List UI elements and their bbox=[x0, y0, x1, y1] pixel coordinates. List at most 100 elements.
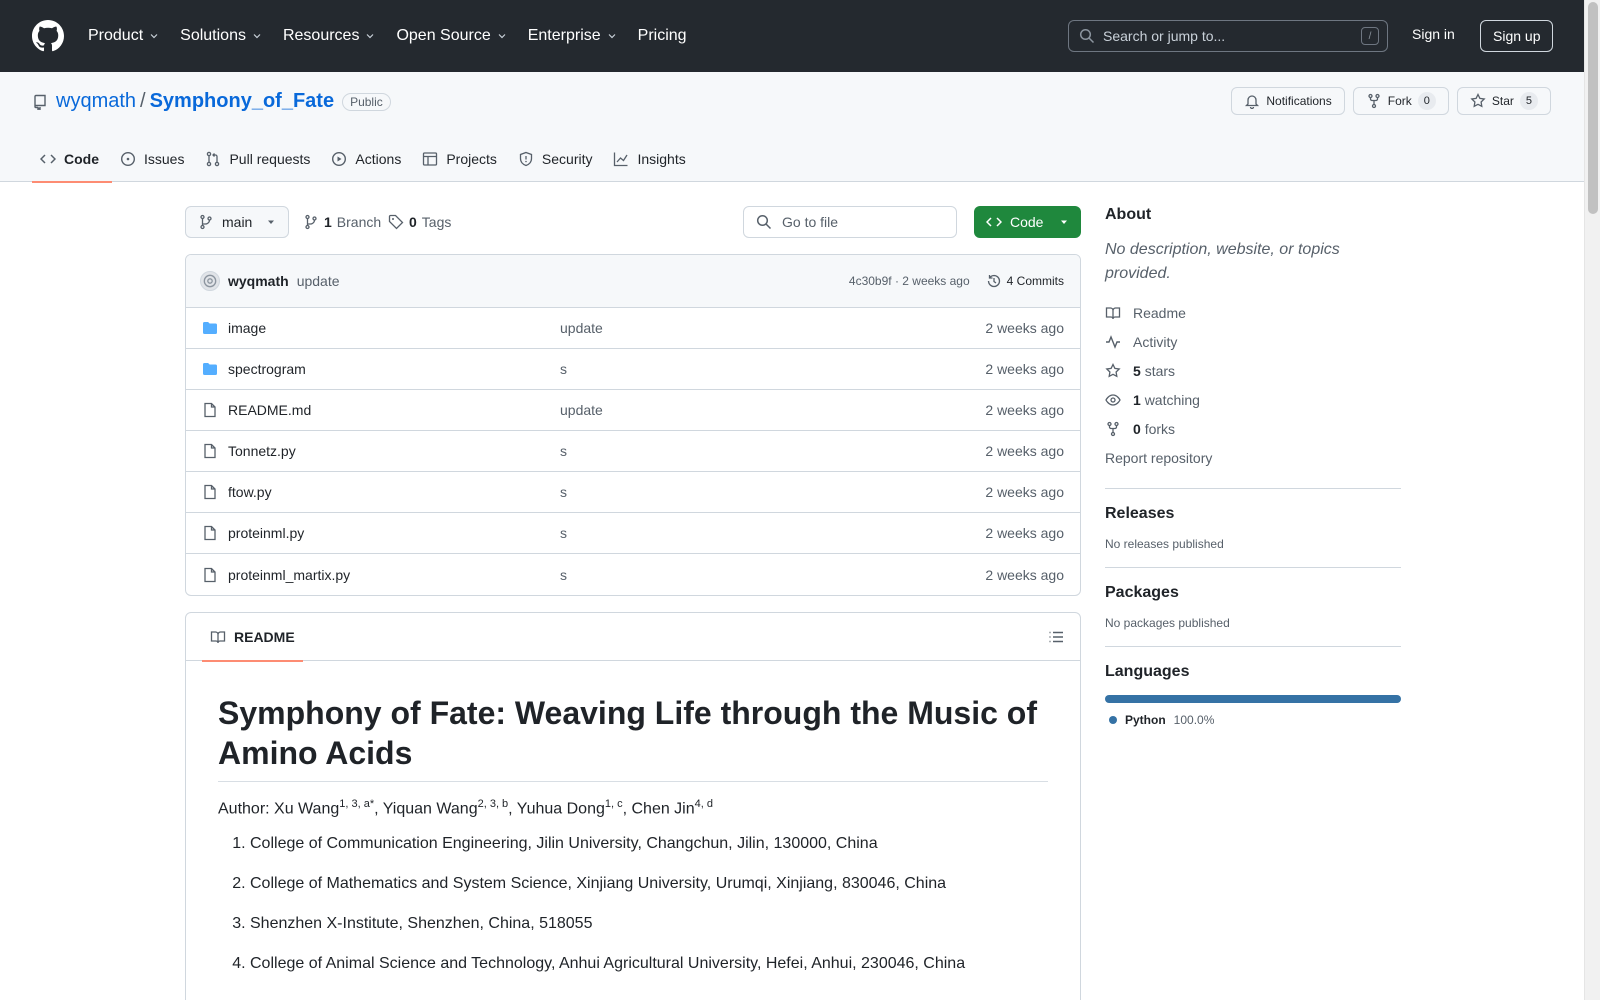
tab-actions[interactable]: Actions bbox=[323, 136, 414, 182]
packages-heading[interactable]: Packages bbox=[1105, 584, 1401, 602]
commit-message[interactable]: update bbox=[297, 273, 340, 289]
scrollbar-thumb[interactable] bbox=[1588, 2, 1598, 214]
table-row[interactable]: README.md update 2 weeks ago bbox=[186, 390, 1080, 431]
folder-icon bbox=[203, 322, 217, 334]
file-commit-message[interactable]: update bbox=[560, 320, 985, 336]
sign-in-link[interactable]: Sign in bbox=[1412, 26, 1455, 42]
commit-hash-time[interactable]: 4c30b9f · 2 weeks ago bbox=[849, 274, 970, 288]
language-item[interactable]: Python 100.0% bbox=[1105, 713, 1401, 727]
table-row[interactable]: proteinml.py s 2 weeks ago bbox=[186, 513, 1080, 554]
file-commit-message[interactable]: update bbox=[560, 402, 985, 418]
stars-link[interactable]: 5 stars bbox=[1105, 356, 1401, 385]
code-icon bbox=[986, 217, 1002, 227]
page-scrollbar[interactable] bbox=[1584, 0, 1600, 1000]
tab-issues[interactable]: Issues bbox=[112, 136, 197, 182]
tab-projects[interactable]: Projects bbox=[414, 136, 510, 182]
file-icon bbox=[204, 402, 216, 418]
tab-label: Security bbox=[541, 151, 593, 167]
chevron-down-icon bbox=[608, 34, 616, 39]
language-percent: 100.0% bbox=[1173, 713, 1215, 727]
table-row[interactable]: image update 2 weeks ago bbox=[186, 308, 1080, 349]
list-icon[interactable] bbox=[1048, 629, 1064, 645]
table-row[interactable]: proteinml_martix.py s 2 weeks ago bbox=[186, 554, 1080, 595]
repo-sidebar: About No description, website, or topics… bbox=[1105, 206, 1401, 727]
file-name-link[interactable]: spectrogram bbox=[228, 361, 560, 377]
fork-label: Fork bbox=[1387, 94, 1412, 108]
file-commit-date: 2 weeks ago bbox=[985, 443, 1064, 459]
branch-label: Branch bbox=[336, 214, 382, 230]
file-type-icon bbox=[202, 361, 218, 377]
search-icon bbox=[756, 214, 772, 230]
releases-heading[interactable]: Releases bbox=[1105, 505, 1401, 523]
readme-tab[interactable]: README bbox=[202, 613, 303, 662]
nav-open-source[interactable]: Open Source bbox=[394, 23, 509, 49]
repo-name-link[interactable]: Symphony_of_Fate bbox=[150, 90, 334, 113]
file-commit-message[interactable]: s bbox=[560, 567, 985, 583]
file-name-link[interactable]: README.md bbox=[228, 402, 560, 418]
file-name-link[interactable]: proteinml.py bbox=[228, 525, 560, 541]
divider bbox=[1105, 567, 1401, 568]
forks-link[interactable]: 0 forks bbox=[1105, 414, 1401, 443]
table-row[interactable]: ftow.py s 2 weeks ago bbox=[186, 472, 1080, 513]
file-commit-message[interactable]: s bbox=[560, 525, 985, 541]
file-commit-message[interactable]: s bbox=[560, 484, 985, 500]
branch-selector[interactable]: main bbox=[185, 206, 289, 238]
file-name-link[interactable]: image bbox=[228, 320, 560, 336]
go-to-file-input[interactable]: Go to file bbox=[743, 206, 957, 238]
notifications-button[interactable]: Notifications bbox=[1231, 87, 1345, 115]
tab-pull-requests[interactable]: Pull requests bbox=[197, 136, 323, 182]
tab-security[interactable]: Security bbox=[510, 136, 606, 182]
forks-text: 0 forks bbox=[1133, 421, 1175, 437]
activity-link[interactable]: Activity bbox=[1105, 327, 1401, 356]
tab-label: Pull requests bbox=[229, 151, 311, 167]
chevron-down-icon bbox=[498, 34, 506, 39]
folder-icon bbox=[203, 363, 217, 375]
fork-icon bbox=[1368, 93, 1380, 109]
code-icon bbox=[40, 154, 56, 164]
repo-owner-link[interactable]: wyqmath bbox=[56, 90, 136, 113]
table-row[interactable]: spectrogram s 2 weeks ago bbox=[186, 349, 1080, 390]
about-heading: About bbox=[1105, 206, 1152, 223]
readme-header: README bbox=[186, 613, 1080, 662]
avatar[interactable] bbox=[200, 271, 220, 291]
file-commit-date: 2 weeks ago bbox=[985, 566, 1064, 583]
file-name-link[interactable]: proteinml_martix.py bbox=[228, 567, 560, 583]
github-logo-icon[interactable] bbox=[32, 20, 64, 52]
file-commit-message[interactable]: s bbox=[560, 361, 985, 377]
author-affiliation: 2, 3, b bbox=[477, 798, 509, 810]
nav-resources[interactable]: Resources bbox=[281, 23, 378, 49]
readme-link-label: Readme bbox=[1133, 304, 1186, 321]
fork-button[interactable]: Fork 0 bbox=[1352, 87, 1449, 115]
file-commit-message[interactable]: s bbox=[560, 443, 985, 459]
nav-pricing[interactable]: Pricing bbox=[636, 23, 689, 49]
tab-label: Issues bbox=[144, 151, 185, 167]
nav-product[interactable]: Product bbox=[86, 23, 162, 49]
readme-link[interactable]: Readme bbox=[1105, 298, 1401, 327]
star-label: Star bbox=[1491, 94, 1514, 108]
branch-icon bbox=[305, 214, 317, 230]
tab-code[interactable]: Code bbox=[32, 136, 112, 183]
book-icon bbox=[210, 630, 226, 643]
stars-text: 5 stars bbox=[1133, 363, 1175, 379]
file-commit-date: 2 weeks ago bbox=[985, 320, 1064, 336]
sign-up-button[interactable]: Sign up bbox=[1480, 20, 1554, 52]
code-dropdown-button[interactable]: Code bbox=[974, 206, 1081, 238]
tab-insights[interactable]: Insights bbox=[605, 136, 698, 182]
global-search-input[interactable]: Search or jump to... / bbox=[1068, 20, 1388, 52]
commit-author[interactable]: wyqmath bbox=[228, 273, 289, 289]
tag-label: Tags bbox=[421, 214, 452, 230]
watching-link[interactable]: 1 watching bbox=[1105, 385, 1401, 414]
file-name-link[interactable]: Tonnetz.py bbox=[228, 443, 560, 459]
file-toolbar: main 1 Branch 0 Tags Go to file Code bbox=[185, 206, 1081, 238]
nav-solutions[interactable]: Solutions bbox=[178, 23, 265, 49]
file-name-link[interactable]: ftow.py bbox=[228, 484, 560, 500]
nav-label: Solutions bbox=[180, 27, 246, 44]
tags-link[interactable]: 0 Tags bbox=[388, 206, 451, 238]
nav-enterprise[interactable]: Enterprise bbox=[526, 23, 620, 49]
commits-link[interactable]: 4 Commits bbox=[986, 273, 1064, 289]
visibility-badge: Public bbox=[342, 92, 391, 111]
star-button[interactable]: Star 5 bbox=[1456, 87, 1551, 115]
branches-link[interactable]: 1 Branch bbox=[303, 206, 381, 238]
report-repository-link[interactable]: Report repository bbox=[1105, 443, 1401, 472]
table-row[interactable]: Tonnetz.py s 2 weeks ago bbox=[186, 431, 1080, 472]
